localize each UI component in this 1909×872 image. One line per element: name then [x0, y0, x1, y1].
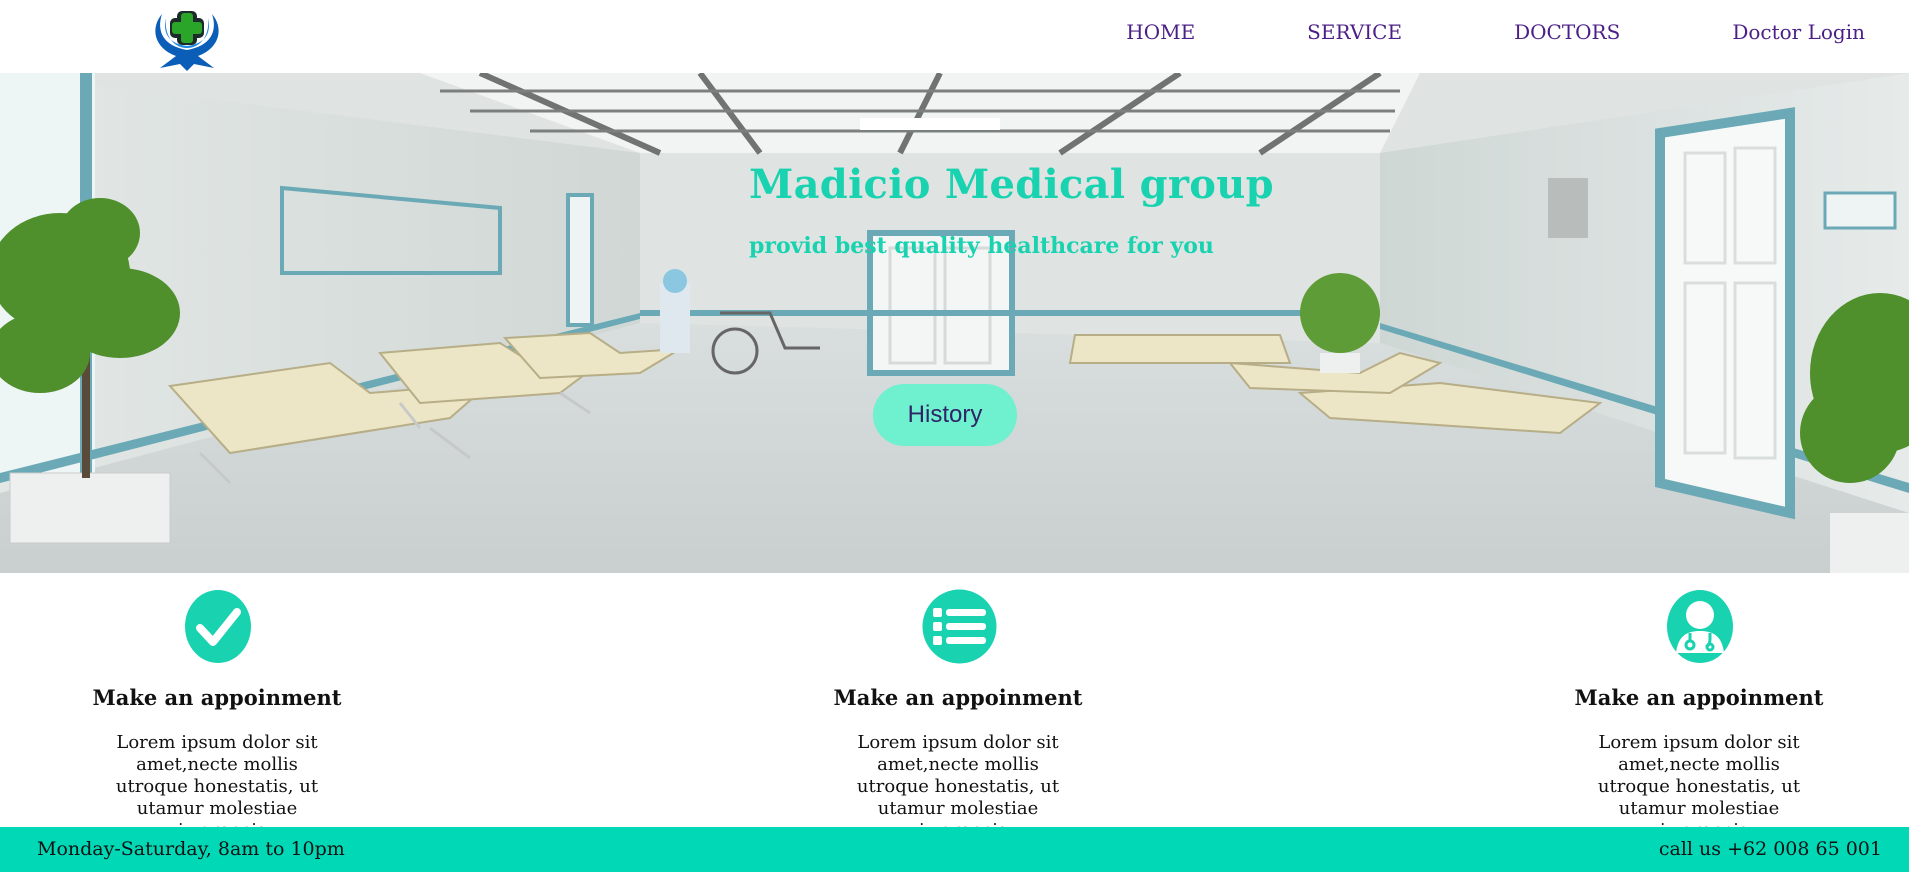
site-footer: Monday-Saturday, 8am to 10pm call us +62… — [0, 827, 1909, 872]
site-header: HOME SERVICE DOCTORS Doctor Login — [0, 0, 1909, 73]
ribbon-cross-logo-icon — [155, 11, 219, 71]
hero-banner: Madicio Medical group provid best qualit… — [0, 73, 1909, 573]
feature-text: Lorem ipsum dolor sit amet,necte mollis … — [856, 732, 1060, 841]
list-icon — [922, 589, 997, 664]
hospital-hallway-image — [0, 73, 1909, 573]
nav-service-link[interactable]: SERVICE — [1307, 20, 1402, 44]
feature-text: Lorem ipsum dolor sit amet,necte mollis … — [1597, 732, 1801, 841]
feature-title: Make an appoinment — [833, 685, 1083, 710]
nav-doctors-link[interactable]: DOCTORS — [1514, 20, 1620, 44]
feature-title: Make an appoinment — [92, 685, 342, 710]
nav-home-link[interactable]: HOME — [1126, 20, 1195, 44]
hero-title: Madicio Medical group — [749, 161, 1274, 208]
nav-doctor-login-link[interactable]: Doctor Login — [1732, 20, 1865, 44]
check-circle-icon — [184, 589, 252, 664]
logo[interactable] — [140, 6, 235, 71]
feature-text: Lorem ipsum dolor sit amet,necte mollis … — [115, 732, 319, 841]
feature-title: Make an appoinment — [1574, 685, 1824, 710]
history-button[interactable]: History — [873, 384, 1017, 446]
hero-subtitle: provid best quality healthcare for you — [749, 233, 1214, 259]
features-section: Make an appoinment Lorem ipsum dolor sit… — [0, 573, 1909, 841]
doctor-icon — [1666, 589, 1734, 664]
main-nav: HOME SERVICE DOCTORS Doctor Login — [1126, 20, 1865, 44]
opening-hours: Monday-Saturday, 8am to 10pm — [37, 838, 345, 860]
phone-number: call us +62 008 65 001 — [1658, 838, 1882, 860]
